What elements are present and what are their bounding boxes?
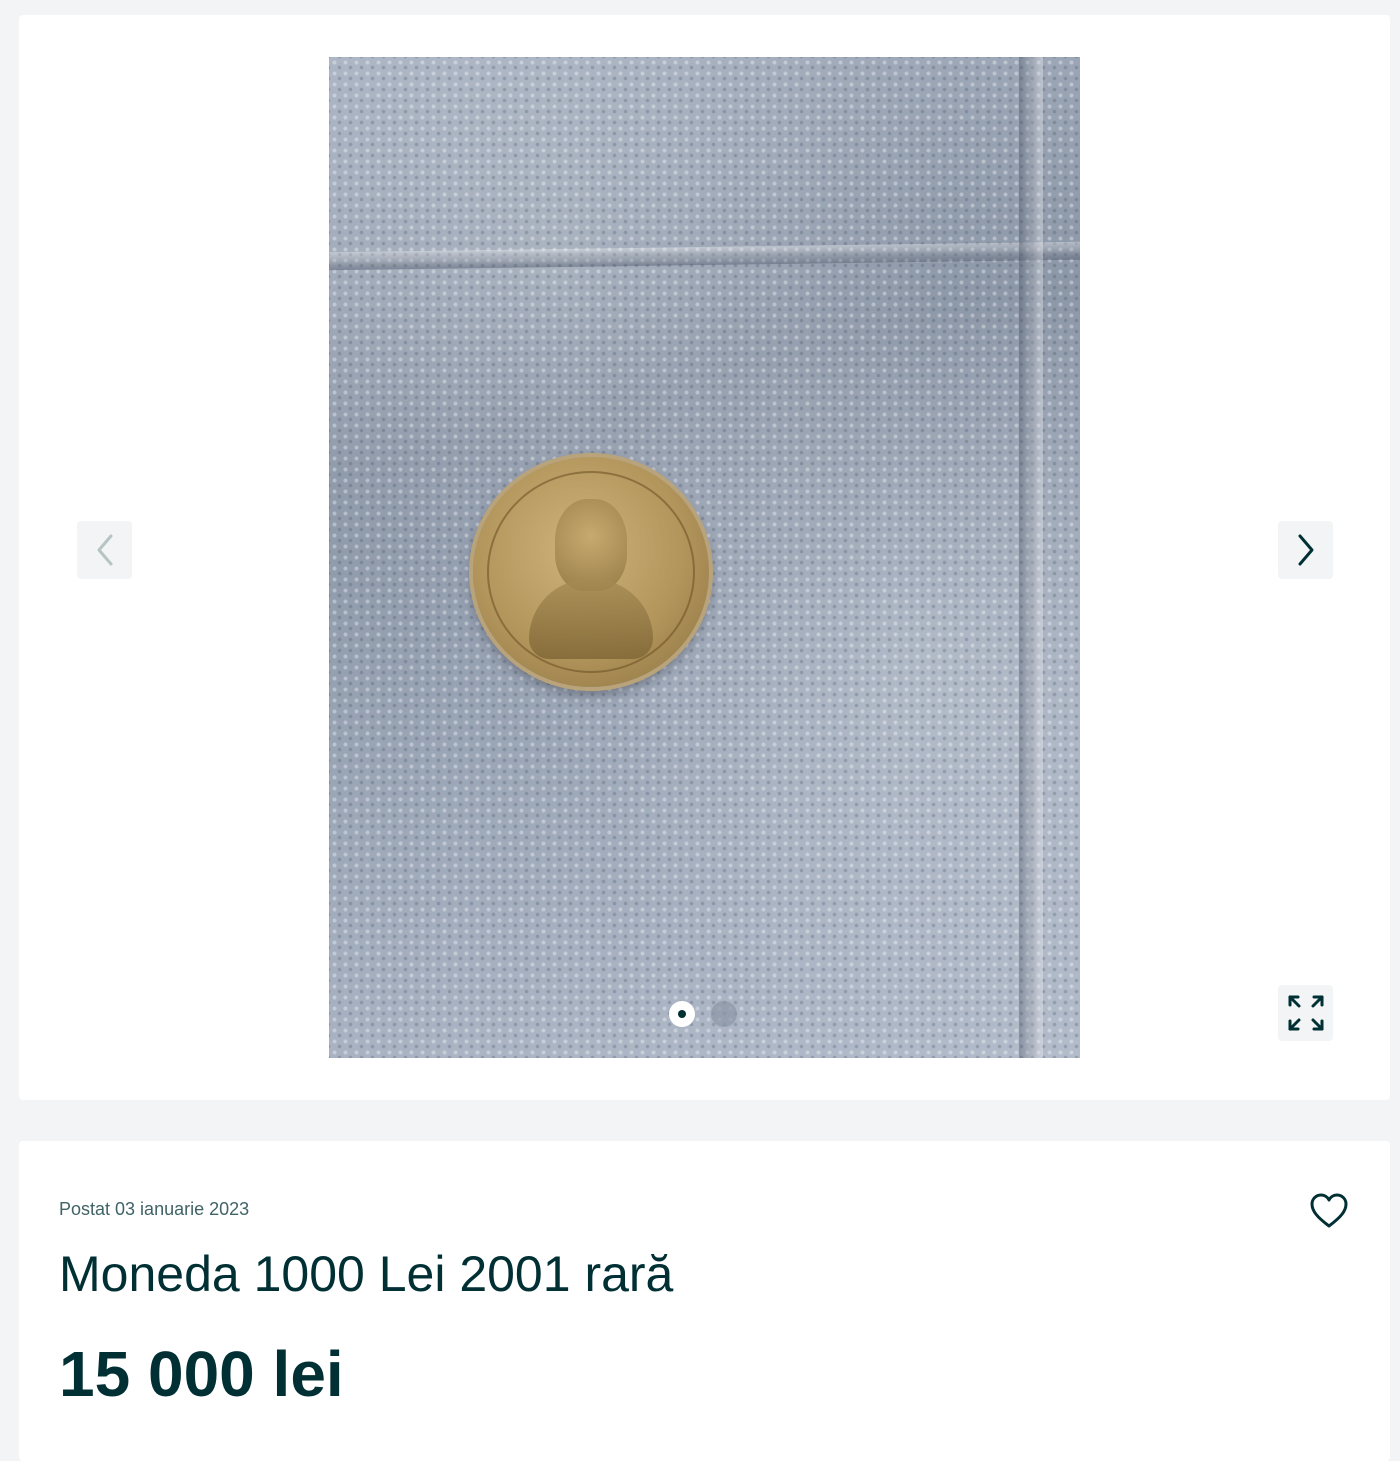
listing-photo[interactable] (329, 57, 1080, 1058)
slide-dot-2[interactable] (711, 1001, 737, 1027)
slide-indicators (669, 1001, 737, 1027)
previous-photo-button[interactable] (77, 521, 132, 579)
posted-date: Postat 03 ianuarie 2023 (59, 1199, 250, 1219)
favorite-button[interactable] (1307, 1189, 1351, 1233)
fullscreen-button[interactable] (1278, 985, 1333, 1041)
next-photo-button[interactable] (1278, 521, 1333, 579)
coin-portrait (555, 499, 627, 591)
listing-price: 15 000 lei (59, 1338, 344, 1410)
heart-icon (1310, 1193, 1348, 1228)
listing-title: Moneda 1000 Lei 2001 rară (59, 1246, 674, 1302)
chevron-right-icon (1298, 534, 1313, 566)
image-gallery (19, 15, 1390, 1100)
chevron-left-icon (97, 534, 112, 566)
slide-dot-1[interactable] (669, 1001, 695, 1027)
photo-fold (1019, 57, 1043, 1058)
coin-image (473, 457, 709, 687)
listing-details: Postat 03 ianuarie 2023 Moneda 1000 Lei … (19, 1141, 1390, 1461)
expand-icon (1288, 995, 1323, 1031)
